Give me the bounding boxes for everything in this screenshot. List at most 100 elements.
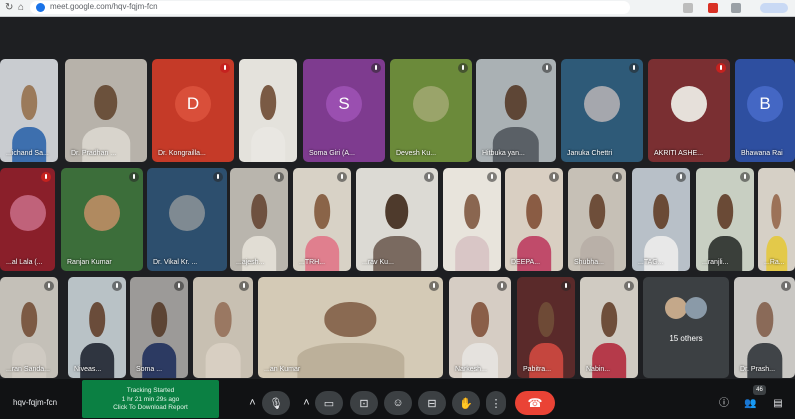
- tracking-notification[interactable]: Tracking Started 1 hr 21 min 29s ago Cli…: [82, 380, 219, 418]
- emoji-button[interactable]: ☺: [384, 391, 412, 415]
- participant-tile[interactable]: ...al Lala (...: [0, 168, 55, 271]
- participant-tile[interactable]: ...ajesh...: [230, 168, 288, 271]
- participant-name: ...ichand Sa...: [6, 150, 49, 157]
- audio-options-button[interactable]: ˄: [246, 391, 259, 415]
- participant-body: [251, 126, 285, 162]
- participant-tile[interactable]: ...an Kumar: [258, 277, 443, 378]
- chat-icon[interactable]: ▤: [772, 398, 784, 410]
- participant-tile[interactable]: Dr. Prash...: [734, 277, 795, 378]
- participant-name: ...ran Sanda...: [6, 366, 50, 373]
- participant-tile[interactable]: B Bhawana Rai: [735, 59, 795, 162]
- participant-tile[interactable]: Dr. Vikal Kr. ...: [147, 168, 227, 271]
- participant-tile[interactable]: Hitbuka yan...: [476, 59, 556, 162]
- participant-name: Narkesh...: [455, 366, 487, 373]
- mic-muted-icon: [487, 172, 497, 182]
- raise-hand-button[interactable]: ✋: [452, 391, 480, 415]
- participant-tile[interactable]: Nabin...: [580, 277, 638, 378]
- mic-muted-icon: [549, 172, 559, 182]
- participant-name: ...rav Ku...: [362, 259, 394, 266]
- leave-call-button[interactable]: ☎: [515, 391, 555, 415]
- participant-tile[interactable]: ...rav Ku...: [356, 168, 438, 271]
- participant-tile[interactable]: DEEPA...: [505, 168, 563, 271]
- participant-tile[interactable]: S Soma Giri (A...: [303, 59, 385, 162]
- home-icon[interactable]: ⌂: [18, 2, 24, 13]
- extension-icon[interactable]: [731, 3, 741, 13]
- mic-muted-icon: [624, 281, 634, 291]
- meeting-id: hqv-fqjm-fcn: [13, 398, 58, 407]
- participant-face: [259, 84, 277, 121]
- address-bar[interactable]: meet.google.com/hqv-fqjm-fcn: [30, 1, 630, 14]
- participant-avatar: B: [747, 86, 783, 123]
- participant-avatar: [9, 195, 46, 232]
- others-label: 15 others: [669, 334, 703, 343]
- extension-icon[interactable]: [683, 3, 693, 13]
- participant-tile[interactable]: ...ran Sanda...: [0, 277, 58, 378]
- camera-button[interactable]: ▭: [315, 391, 343, 415]
- captions-button[interactable]: ⊡: [350, 391, 378, 415]
- hang-up-icon: ☎: [527, 396, 543, 410]
- participant-tile[interactable]: Niveas...: [68, 277, 126, 378]
- participant-name: Dr. Pradhan ...: [71, 150, 117, 157]
- participant-tile[interactable]: [239, 59, 297, 162]
- participant-face: [94, 84, 118, 121]
- participant-tile[interactable]: Narkesh...: [449, 277, 511, 378]
- participant-face: [525, 193, 543, 230]
- participant-face: [716, 193, 734, 230]
- participant-name: ...al Lala (...: [6, 259, 43, 266]
- mic-muted-icon: [458, 63, 468, 73]
- mic-muted-icon: [44, 281, 54, 291]
- site-icon: [36, 3, 45, 12]
- participant-tile[interactable]: ...Ra...: [758, 168, 795, 271]
- camera-icon: ▭: [323, 397, 335, 410]
- participant-name: Hitbuka yan...: [482, 150, 525, 157]
- mic-muted-icon: [239, 281, 249, 291]
- participant-tile[interactable]: [443, 168, 501, 271]
- meeting-control-bar: hqv-fqjm-fcn Tracking Started 1 hr 21 mi…: [0, 379, 795, 419]
- participant-tile[interactable]: ...TRH...: [293, 168, 351, 271]
- mic-muted-icon: [612, 172, 622, 182]
- participant-name: ...ranjli...: [702, 259, 729, 266]
- notification-title: Tracking Started: [126, 387, 175, 394]
- captions-icon: ⊡: [359, 397, 369, 410]
- notification-link[interactable]: Click To Download Report: [82, 404, 219, 413]
- participant-avatar: [584, 86, 620, 123]
- extension-icon[interactable]: [708, 3, 718, 13]
- others-tile[interactable]: 15 others: [643, 277, 729, 378]
- participant-name: Bhawana Rai: [741, 150, 783, 157]
- participant-tile[interactable]: D Dr. Kongrailla...: [152, 59, 234, 162]
- mic-muted-icon: [220, 63, 230, 73]
- participant-name: Nabin...: [586, 366, 611, 373]
- participant-tile[interactable]: [193, 277, 253, 378]
- participant-tile[interactable]: Januka Chettri: [561, 59, 643, 162]
- participant-tile[interactable]: AKRITI ASHE...: [648, 59, 730, 162]
- participant-tile[interactable]: Pabitra...: [517, 277, 575, 378]
- participant-name: Devesh Ku...: [396, 150, 437, 157]
- more-options-button[interactable]: ⋮: [486, 391, 506, 415]
- people-icon[interactable]: 👥: [744, 398, 756, 410]
- microphone-button[interactable]: 🎙: [262, 391, 290, 415]
- participant-face: [463, 193, 481, 230]
- video-options-button[interactable]: ˄: [300, 391, 313, 415]
- participant-face: [250, 193, 268, 230]
- participant-tile[interactable]: Devesh Ku...: [390, 59, 472, 162]
- participant-name: Dr. Prash...: [740, 366, 776, 373]
- profile-button[interactable]: [760, 3, 788, 13]
- present-button[interactable]: ⊟: [418, 391, 446, 415]
- participant-tile[interactable]: ...TAG...: [632, 168, 690, 271]
- participant-name: Ranjan Kumar: [67, 259, 112, 266]
- participant-tile[interactable]: Shubha...: [568, 168, 626, 271]
- participant-video: [296, 299, 405, 378]
- participant-tile[interactable]: ...ranjli...: [696, 168, 754, 271]
- mic-muted-icon: [497, 281, 507, 291]
- mic-muted-icon: [41, 172, 51, 182]
- participant-tile[interactable]: Ranjan Kumar: [61, 168, 143, 271]
- participant-body: [205, 343, 241, 378]
- reload-icon[interactable]: ↻: [5, 2, 13, 13]
- participant-face: [150, 302, 168, 338]
- more-vert-icon: ⋮: [490, 397, 502, 410]
- info-icon[interactable]: ⓘ: [718, 398, 730, 410]
- participant-tile[interactable]: ...ichand Sa...: [0, 59, 58, 162]
- participant-tile[interactable]: Dr. Pradhan ...: [65, 59, 147, 162]
- participant-tile[interactable]: Soma ...: [130, 277, 188, 378]
- mic-muted-icon: [337, 172, 347, 182]
